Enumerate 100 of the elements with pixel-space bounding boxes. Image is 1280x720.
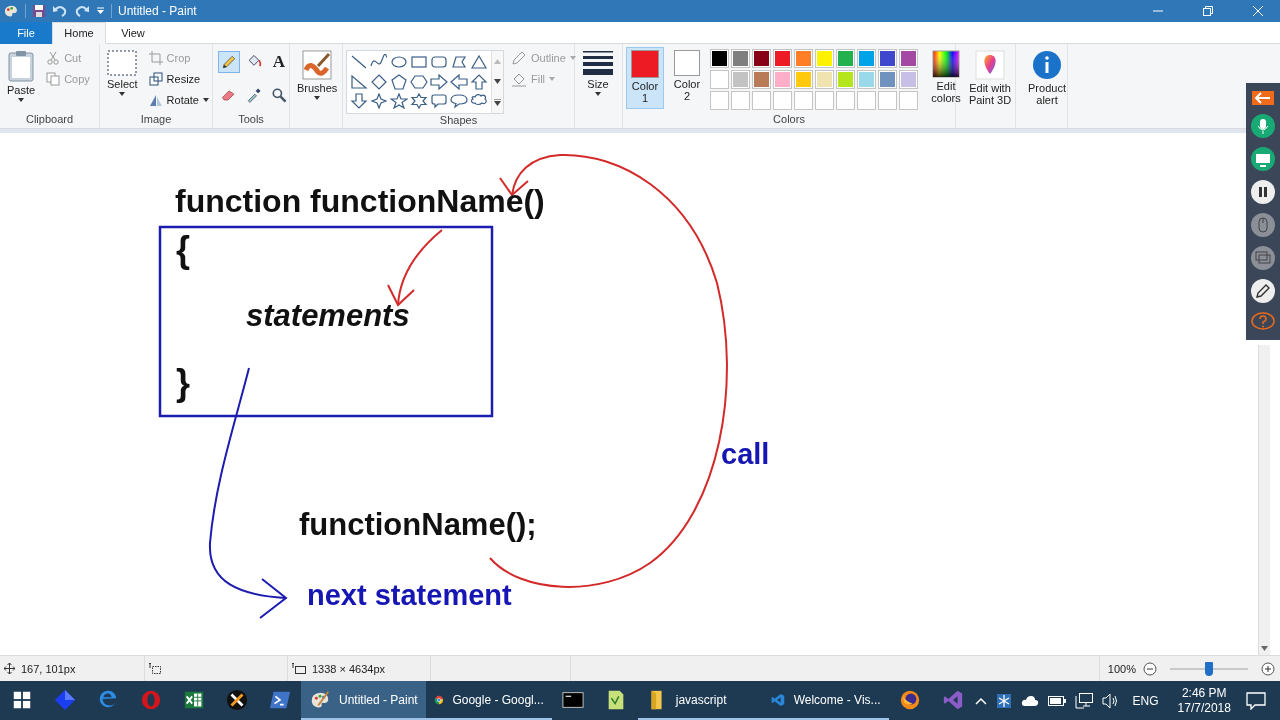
palette-swatch[interactable] xyxy=(836,70,855,89)
customize-toolbar-icon[interactable] xyxy=(96,7,105,15)
paint-app-icon[interactable] xyxy=(3,3,19,19)
palette-swatch[interactable] xyxy=(857,70,876,89)
microphone-icon[interactable] xyxy=(1251,114,1275,139)
caret-icon xyxy=(549,77,556,81)
oval-icon[interactable] xyxy=(390,54,408,70)
text-tool-button[interactable]: A xyxy=(268,51,290,73)
undo-icon[interactable] xyxy=(52,4,68,18)
select-button[interactable]: Select xyxy=(103,47,142,99)
palette-swatch[interactable] xyxy=(773,49,792,68)
empty-palette-swatch[interactable] xyxy=(752,91,771,110)
rectangle-icon[interactable] xyxy=(410,54,428,70)
color-selector-button[interactable]: Color 1 xyxy=(626,47,664,109)
ribbon-tab[interactable]: Home xyxy=(52,22,106,44)
file-menu-tab[interactable]: File xyxy=(0,22,52,44)
screens-icon[interactable] xyxy=(1251,245,1275,270)
product-alert-button[interactable]: Product alert xyxy=(1019,47,1075,109)
scroll-down-icon[interactable] xyxy=(494,78,501,84)
notifications-icon[interactable] xyxy=(1245,691,1266,710)
empty-palette-swatch[interactable] xyxy=(899,91,918,110)
palette-swatch[interactable] xyxy=(773,70,792,89)
network-icon[interactable] xyxy=(1074,692,1093,709)
palette-swatch[interactable] xyxy=(815,49,834,68)
palette-swatch[interactable] xyxy=(752,70,771,89)
palette-swatch[interactable] xyxy=(815,70,834,89)
monitor-icon[interactable] xyxy=(1251,147,1275,172)
triangle-icon[interactable] xyxy=(470,54,488,70)
snowflake-icon[interactable] xyxy=(995,692,1012,709)
six-point-star-icon[interactable] xyxy=(410,93,428,110)
oval-callout-icon[interactable] xyxy=(450,93,468,110)
pencil-icon[interactable] xyxy=(1251,278,1275,303)
empty-palette-swatch[interactable] xyxy=(836,91,855,110)
up-arrow-icon[interactable] xyxy=(470,73,488,90)
rounded-callout-icon[interactable] xyxy=(430,93,448,110)
palette-swatch[interactable] xyxy=(731,70,750,89)
size-button[interactable]: Size xyxy=(578,47,618,99)
scroll-down-icon[interactable] xyxy=(1261,646,1268,651)
paste-button[interactable]: Paste xyxy=(3,47,40,105)
cursor-position: 167, 101px xyxy=(21,662,76,675)
palette-swatch[interactable] xyxy=(752,49,771,68)
save-icon[interactable] xyxy=(32,4,46,18)
hexagon-icon[interactable] xyxy=(410,73,428,90)
diamond-icon[interactable] xyxy=(370,73,388,90)
left-arrow-icon[interactable] xyxy=(450,73,468,90)
palette-swatch[interactable] xyxy=(731,49,750,68)
vertical-scrollbar[interactable] xyxy=(1258,345,1270,655)
palette-swatch[interactable] xyxy=(878,70,897,89)
mouse-icon[interactable] xyxy=(1251,212,1275,237)
palette-swatch[interactable] xyxy=(899,70,918,89)
line-icon[interactable] xyxy=(350,54,368,70)
right-triangle-icon[interactable] xyxy=(350,73,368,90)
taskbar-button[interactable]: Untitled - Paint xyxy=(301,681,427,720)
palette-swatch[interactable] xyxy=(794,49,813,68)
help-icon[interactable] xyxy=(1251,311,1275,332)
palette-swatch[interactable] xyxy=(794,70,813,89)
pause-icon[interactable] xyxy=(1251,180,1275,205)
right-arrow-icon[interactable] xyxy=(430,73,448,90)
down-arrow-icon[interactable] xyxy=(350,93,368,110)
redo-icon[interactable] xyxy=(74,4,90,18)
pentagon-icon[interactable] xyxy=(390,73,408,90)
emphasis-text: statements xyxy=(246,298,410,334)
input-language[interactable]: ENG xyxy=(1128,693,1163,708)
empty-palette-swatch[interactable] xyxy=(857,91,876,110)
tool-button[interactable] xyxy=(218,51,240,73)
palette-swatch[interactable] xyxy=(857,49,876,68)
empty-palette-swatch[interactable] xyxy=(710,91,729,110)
taskbar-button[interactable]: Welcome - Vis... xyxy=(763,681,889,720)
palette-swatch[interactable] xyxy=(836,49,855,68)
ribbon-tab[interactable]: View xyxy=(106,22,160,44)
expand-gallery-icon[interactable] xyxy=(494,98,501,106)
clock[interactable]: 2:46 PM 17/7/2018 xyxy=(1171,685,1237,716)
polygon-icon[interactable] xyxy=(450,54,468,70)
palette-swatch[interactable] xyxy=(710,70,729,89)
back-arrow-icon[interactable] xyxy=(1252,91,1274,106)
cloud-icon[interactable] xyxy=(1020,694,1039,707)
star-icon[interactable] xyxy=(390,93,408,110)
slider-thumb[interactable] xyxy=(1205,661,1213,676)
resize-button[interactable]: Resize xyxy=(145,69,212,89)
zoom-in-button[interactable] xyxy=(1260,660,1276,677)
color-selector-button[interactable]: Color 2 xyxy=(668,47,706,109)
chevron-up-icon[interactable] xyxy=(974,696,987,705)
empty-palette-swatch[interactable] xyxy=(731,91,750,110)
edit-colors-button[interactable]: Edit colors xyxy=(922,47,970,107)
taskbar-button[interactable]: javascript xyxy=(637,681,764,720)
rounded-rectangle-icon[interactable] xyxy=(430,54,448,70)
rotate-button[interactable]: Rotate xyxy=(145,90,212,110)
zoom-out-button[interactable] xyxy=(1142,660,1158,677)
battery-icon[interactable] xyxy=(1047,695,1066,706)
taskbar-button[interactable]: Google - Googl... xyxy=(426,681,552,720)
empty-palette-swatch[interactable] xyxy=(773,91,792,110)
speaker-icon[interactable] xyxy=(1101,692,1120,709)
palette-swatch[interactable] xyxy=(710,49,729,68)
empty-palette-swatch[interactable] xyxy=(794,91,813,110)
palette-swatch[interactable] xyxy=(899,49,918,68)
four-point-star-icon[interactable] xyxy=(370,93,388,110)
empty-palette-swatch[interactable] xyxy=(815,91,834,110)
empty-palette-swatch[interactable] xyxy=(878,91,897,110)
brushes-button[interactable]: Brushes xyxy=(293,47,342,103)
palette-swatch[interactable] xyxy=(878,49,897,68)
